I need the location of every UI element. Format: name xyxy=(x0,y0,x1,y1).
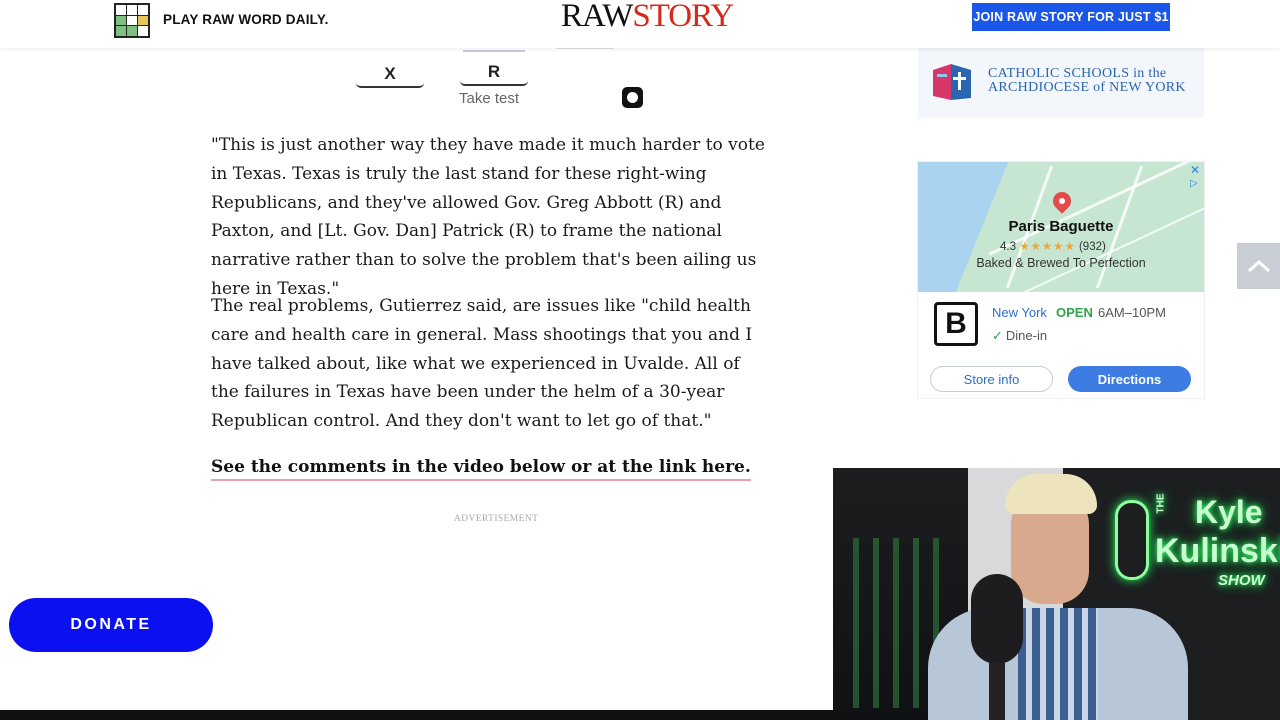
site-header: PLAY RAW WORD DAILY. RAWSTORY JOIN RAW S… xyxy=(0,0,1280,48)
neon-kyle: Kyle xyxy=(1195,494,1263,530)
catholic-schools-text: CATHOLIC SCHOOLS in the ARCHDIOCESE of N… xyxy=(988,67,1198,95)
store-info-button[interactable]: Store info xyxy=(930,366,1053,392)
host-shirt xyxy=(1018,608,1098,720)
map-pin-icon xyxy=(1049,188,1075,214)
book-cross-icon xyxy=(933,64,971,100)
dine-in-info: ✓ Dine-in xyxy=(992,328,1047,344)
neon-mic-sign xyxy=(1115,500,1149,580)
embed-graphic-fragment xyxy=(463,50,525,52)
record-icon[interactable] xyxy=(622,87,643,108)
store-location: New York xyxy=(992,305,1047,320)
paris-baguette-ad[interactable]: Paris Baguette 4.3 ★★★★★ (932) Baked & B… xyxy=(918,162,1204,398)
rating-value: 4.3 xyxy=(1000,241,1016,253)
logo-story: STORY xyxy=(632,0,734,34)
catholic-line-1: CATHOLIC SCHOOLS in the xyxy=(988,66,1167,81)
host-hair xyxy=(1005,474,1097,514)
store-hours: 6AM–10PM xyxy=(1098,305,1166,320)
acoustic-panel xyxy=(873,538,879,708)
place-rating: 4.3 ★★★★★ (932) xyxy=(1000,239,1106,253)
rating-stars-icon: ★★★★★ xyxy=(1019,241,1076,253)
ballot-box-x[interactable]: X xyxy=(356,64,424,88)
place-name: Paris Baguette xyxy=(1008,218,1114,235)
scroll-to-top-button[interactable] xyxy=(1237,243,1280,289)
webcam-overlay: THE Kyle Kulinski SHOW xyxy=(833,468,1280,720)
adchoices-icon[interactable]: ▷ xyxy=(1190,178,1198,189)
advertisement-label: ADVERTISEMENT xyxy=(454,514,539,524)
article-paragraph: "This is just another way they have made… xyxy=(211,135,765,299)
chevron-up-icon xyxy=(1247,259,1270,273)
neon-show: SHOW xyxy=(1218,572,1265,589)
neon-kulinski: Kulinski xyxy=(1155,532,1280,570)
article-paragraph: The real problems, Gutierrez said, are i… xyxy=(211,296,753,432)
play-raw-word-link[interactable]: PLAY RAW WORD DAILY. xyxy=(163,12,329,27)
catholic-line-2: ARCHDIOCESE of NEW YORK xyxy=(988,80,1186,95)
ad-close-icon[interactable]: ✕ xyxy=(1190,163,1200,177)
open-status: OPEN xyxy=(1056,305,1093,320)
map-image[interactable]: Paris Baguette 4.3 ★★★★★ (932) Baked & B… xyxy=(918,162,1204,292)
take-test-link[interactable]: Take test xyxy=(459,90,519,107)
catholic-schools-ad[interactable]: CATHOLIC SCHOOLS in the ARCHDIOCESE of N… xyxy=(918,48,1204,118)
microphone xyxy=(971,574,1023,664)
mic-stand xyxy=(989,663,1005,720)
join-subscribe-button[interactable]: JOIN RAW STORY FOR JUST $1 xyxy=(972,3,1170,31)
directions-button[interactable]: Directions xyxy=(1068,366,1191,392)
rawstory-logo[interactable]: RAWSTORY xyxy=(561,0,734,34)
donate-button[interactable]: DONATE xyxy=(9,598,213,652)
review-count: (932) xyxy=(1078,241,1106,253)
acoustic-panel xyxy=(913,538,919,708)
word-game-grid-icon[interactable] xyxy=(114,3,150,38)
comments-video-link[interactable]: See the comments in the video below or a… xyxy=(211,455,751,481)
brand-logo-b: B xyxy=(934,302,978,346)
acoustic-panel xyxy=(853,538,859,708)
check-icon: ✓ xyxy=(992,328,1003,343)
acoustic-panel xyxy=(893,538,899,708)
dine-in-label: Dine-in xyxy=(1005,328,1048,343)
ballot-box-r[interactable]: R xyxy=(460,62,528,86)
neon-the: THE xyxy=(1155,493,1167,514)
logo-raw: RAW xyxy=(561,0,633,34)
place-tagline: Baked & Brewed To Perfection xyxy=(976,256,1146,270)
